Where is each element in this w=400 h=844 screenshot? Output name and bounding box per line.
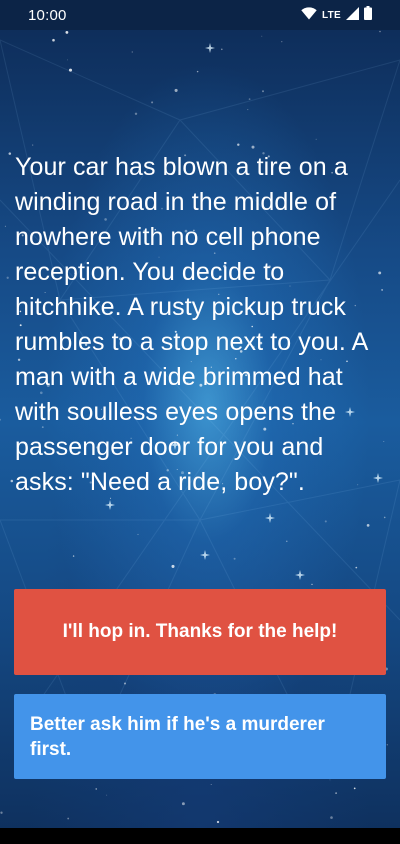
sparkle-icon [200,550,210,560]
star-dot [0,418,2,421]
game-screen: 10:00 LTE Your car has blown a tire on a… [0,0,400,844]
navigation-bar [0,828,400,844]
choice-ask-murderer-button[interactable]: Better ask him if he's a murderer first. [14,694,386,779]
star-dot [131,51,133,53]
star-dot [10,479,14,483]
star-dot [52,38,55,42]
sparkle-icon [105,500,115,510]
star-dot [386,744,388,746]
star-dot [237,143,240,146]
star-dot [124,682,126,685]
star-dot [32,144,34,146]
star-dot [174,88,178,92]
star-dot [262,90,264,93]
choice-label: Better ask him if he's a murderer first. [30,713,325,760]
choice-label: I'll hop in. Thanks for the help! [62,621,338,642]
star-dot [216,820,220,824]
story-text: Your car has blown a tire on a winding r… [15,153,368,496]
star-dot [221,48,223,51]
star-dot [6,276,9,279]
star-dot [106,794,108,796]
sparkle-icon [205,43,215,53]
star-dot [4,225,6,227]
status-icons: LTE [301,6,372,24]
star-dot [210,783,212,786]
network-type-label: LTE [321,9,341,21]
star-dot [181,802,185,806]
star-dot [379,30,381,33]
star-dot [151,101,154,104]
star-dot [335,792,337,794]
status-time: 10:00 [28,6,67,24]
battery-icon [364,6,372,24]
star-dot [72,555,75,557]
status-bar: 10:00 LTE [0,0,400,30]
star-dot [134,112,138,116]
star-dot [286,540,288,543]
star-dot [67,817,70,820]
star-dot [281,41,283,43]
choice-hop-in-button[interactable]: I'll hop in. Thanks for the help! [14,589,386,675]
star-dot [8,152,12,155]
star-dot [330,816,333,819]
signal-icon [346,6,359,24]
star-dot [67,59,68,61]
star-dot [233,557,236,560]
star-dot [68,68,73,72]
star-dot [171,564,175,568]
star-dot [196,70,199,73]
star-dot [353,787,356,790]
star-dot [366,524,370,527]
star-dot [324,520,327,523]
star-dot [65,30,69,34]
star-dot [355,566,358,569]
star-dot [248,98,251,100]
star-dot [383,516,386,519]
star-dot [95,788,97,790]
star-dot [315,138,317,140]
wifi-icon [301,6,317,24]
star-dot [251,145,255,149]
star-dot [0,811,3,814]
star-dot [247,109,249,111]
star-dot [261,35,263,37]
star-dot [137,533,139,535]
star-dot [311,583,313,586]
